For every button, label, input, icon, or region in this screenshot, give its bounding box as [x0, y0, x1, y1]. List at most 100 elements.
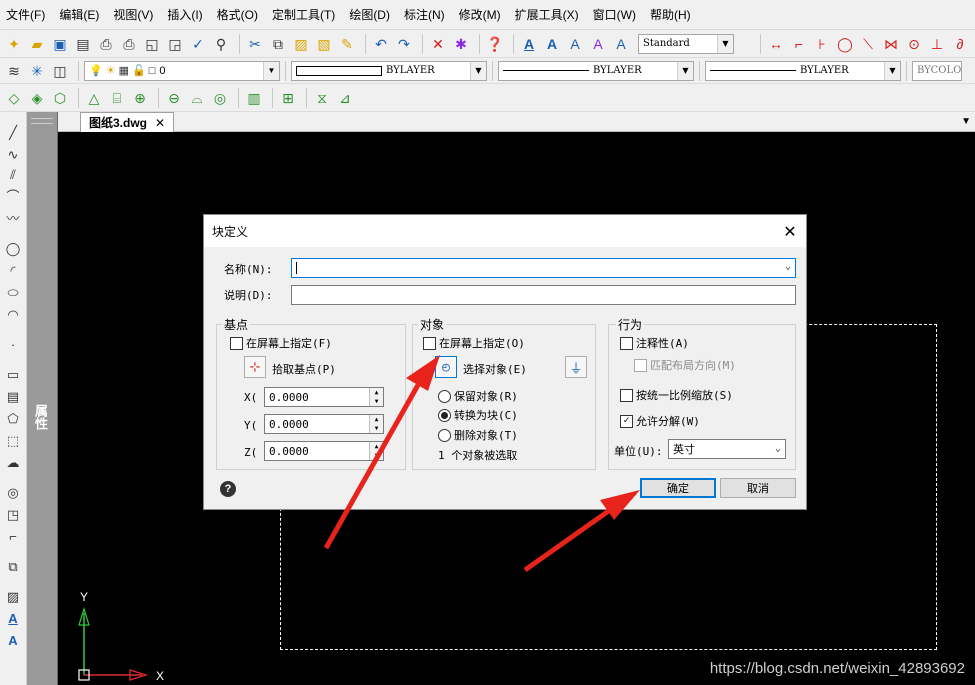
wipeout-icon[interactable]: ◳ [3, 504, 23, 524]
close-icon[interactable]: ✕ [155, 116, 165, 130]
cut-icon[interactable]: ✂ [245, 34, 265, 54]
ellipse-arc-icon[interactable]: ◠ [3, 304, 23, 324]
mesh-3d-icon[interactable]: ▥ [244, 88, 264, 108]
lineweight-select[interactable]: BYLAYER ▼ [705, 60, 901, 81]
annotative-checkbox[interactable]: 注释性(A) [620, 335, 689, 351]
find-icon[interactable]: ⚲ [211, 34, 231, 54]
cone-3d-icon[interactable]: △ [84, 88, 104, 108]
linear-dimension-icon[interactable]: ↔ [766, 34, 786, 54]
chevron-down-icon[interactable]: ▼ [961, 116, 971, 127]
x-coordinate-input[interactable]: 0.0000 ▲ ▼ [264, 387, 384, 407]
box-3d-icon[interactable]: ◇ [4, 88, 24, 108]
pyramid-3d-icon[interactable]: ⬡ [50, 88, 70, 108]
description-input[interactable] [291, 285, 796, 305]
publish-icon[interactable]: ◲ [165, 34, 185, 54]
center-mark-icon[interactable]: ⊙ [904, 34, 924, 54]
mtext-icon[interactable]: A [3, 608, 23, 628]
spinner-icon[interactable]: ▲ ▼ [369, 415, 383, 433]
redo-icon[interactable]: ↷ [394, 34, 414, 54]
match-orientation-checkbox[interactable]: 匹配布局方向(M) [634, 357, 736, 373]
dish-3d-icon[interactable]: ⊖ [164, 88, 184, 108]
new-file-icon[interactable]: ✦ [4, 34, 24, 54]
convert-to-block-radio[interactable]: 转换为块(C) [438, 407, 518, 423]
layer-manager-icon[interactable]: ≋ [4, 61, 24, 81]
purge-icon[interactable]: ✱ [451, 34, 471, 54]
match-properties-icon[interactable]: ✎ [337, 34, 357, 54]
hatch-icon[interactable]: ▤ [3, 386, 23, 406]
menu-tools[interactable]: 定制工具(T) [272, 6, 335, 23]
print-preview-icon[interactable]: ◱ [142, 34, 162, 54]
multiline-text-icon[interactable]: A [542, 34, 562, 54]
menu-insert[interactable]: 插入(I) [167, 6, 202, 23]
menu-modify[interactable]: 修改(M) [459, 6, 501, 23]
layer-state-icon[interactable]: ✳ [27, 61, 47, 81]
donut-icon[interactable]: ◎ [3, 482, 23, 502]
help-icon[interactable]: ? [220, 481, 236, 497]
section-icon[interactable]: ⊿ [335, 88, 355, 108]
continue-dimension-icon[interactable]: ∂ [950, 34, 970, 54]
open-file-icon[interactable]: ▰ [27, 34, 47, 54]
text-style-select[interactable]: Standard ▼ [638, 33, 734, 54]
line-icon[interactable]: ╱ [3, 122, 23, 142]
quick-select-button[interactable]: ⏚ [565, 356, 587, 378]
wedge-3d-icon[interactable]: ◈ [27, 88, 47, 108]
solid-edit-icon[interactable]: ⊞ [278, 88, 298, 108]
arc-path-icon[interactable]: ⌒ [3, 186, 23, 206]
linetype-select[interactable]: BYLAYER ▼ [498, 60, 694, 81]
save-all-icon[interactable]: ▤ [73, 34, 93, 54]
save-icon[interactable]: ▣ [50, 34, 70, 54]
revision-cloud-icon[interactable]: ☁ [3, 452, 23, 472]
objects-specify-on-screen-checkbox[interactable]: 在屏幕上指定(O) [423, 335, 525, 351]
baseline-dimension-icon[interactable]: ⊥ [927, 34, 947, 54]
close-icon[interactable]: ✕ [780, 221, 800, 241]
point-icon[interactable]: · [3, 334, 23, 354]
slice-icon[interactable]: ⧖ [312, 88, 332, 108]
chevron-down-icon[interactable]: ⌄ [785, 261, 791, 272]
circle-icon[interactable]: ◯ [3, 238, 23, 258]
rectangle-icon[interactable]: ▭ [3, 364, 23, 384]
menu-window[interactable]: 窗口(W) [593, 6, 636, 23]
print-icon[interactable]: ⎙ [119, 34, 139, 54]
color-select[interactable]: BYLAYER ▼ [291, 60, 487, 81]
delete-icon[interactable]: ✕ [428, 34, 448, 54]
torus-3d-icon[interactable]: ◎ [210, 88, 230, 108]
plot-style-select[interactable]: BYCOLOR [912, 60, 962, 81]
scale-uniformly-checkbox[interactable]: 按统一比例缩放(S) [620, 387, 733, 403]
menu-help[interactable]: 帮助(H) [650, 6, 691, 23]
allow-explode-checkbox[interactable]: ✓ 允许分解(W) [620, 413, 700, 429]
pick-point-button[interactable]: ⊹ [244, 356, 266, 378]
cylinder-3d-icon[interactable]: ⌸ [107, 88, 127, 108]
paste-icon[interactable]: ▨ [291, 34, 311, 54]
plot-icon[interactable]: ⎙ [96, 34, 116, 54]
spinner-icon[interactable]: ▲ ▼ [369, 442, 383, 460]
radius-dimension-icon[interactable]: ◯ [835, 34, 855, 54]
name-combobox[interactable]: ⌄ [291, 258, 796, 278]
menu-format[interactable]: 格式(O) [217, 6, 258, 23]
menu-dimension[interactable]: 标注(N) [404, 6, 445, 23]
single-text-icon[interactable]: A [3, 630, 23, 650]
diameter-dimension-icon[interactable]: ⟍ [858, 34, 878, 54]
spinner-icon[interactable]: ▲ ▼ [369, 388, 383, 406]
help-icon[interactable]: ❓ [485, 34, 505, 54]
region-icon[interactable]: ⬚ [3, 430, 23, 450]
find-text-icon[interactable]: A [611, 34, 631, 54]
insert-block-icon[interactable]: ⧉ [3, 556, 23, 576]
delete-radio[interactable]: 删除对象(T) [438, 427, 518, 443]
multiline-icon[interactable]: ⫽ [3, 164, 23, 184]
edit-text-icon[interactable]: A [588, 34, 608, 54]
layer-previous-icon[interactable]: ◫ [50, 61, 70, 81]
ok-button[interactable]: 确定 [640, 478, 716, 498]
unit-select[interactable]: 英寸 ⌄ [668, 439, 786, 459]
menu-edit[interactable]: 编辑(E) [59, 6, 99, 23]
layer-select[interactable]: 💡 ☀ ▦ 🔓 □ 0 ▼ [84, 60, 280, 81]
retain-radio[interactable]: 保留对象(R) [438, 388, 518, 404]
menu-view[interactable]: 视图(V) [113, 6, 153, 23]
arc-icon[interactable]: ◜ [3, 260, 23, 280]
copy-icon[interactable]: ⧉ [268, 34, 288, 54]
sphere-3d-icon[interactable]: ⊕ [130, 88, 150, 108]
text-align-icon[interactable]: A [565, 34, 585, 54]
base-specify-on-screen-checkbox[interactable]: 在屏幕上指定(F) [230, 335, 332, 351]
undo-icon[interactable]: ↶ [371, 34, 391, 54]
angular-dimension-icon[interactable]: ⋈ [881, 34, 901, 54]
cancel-button[interactable]: 取消 [720, 478, 796, 498]
